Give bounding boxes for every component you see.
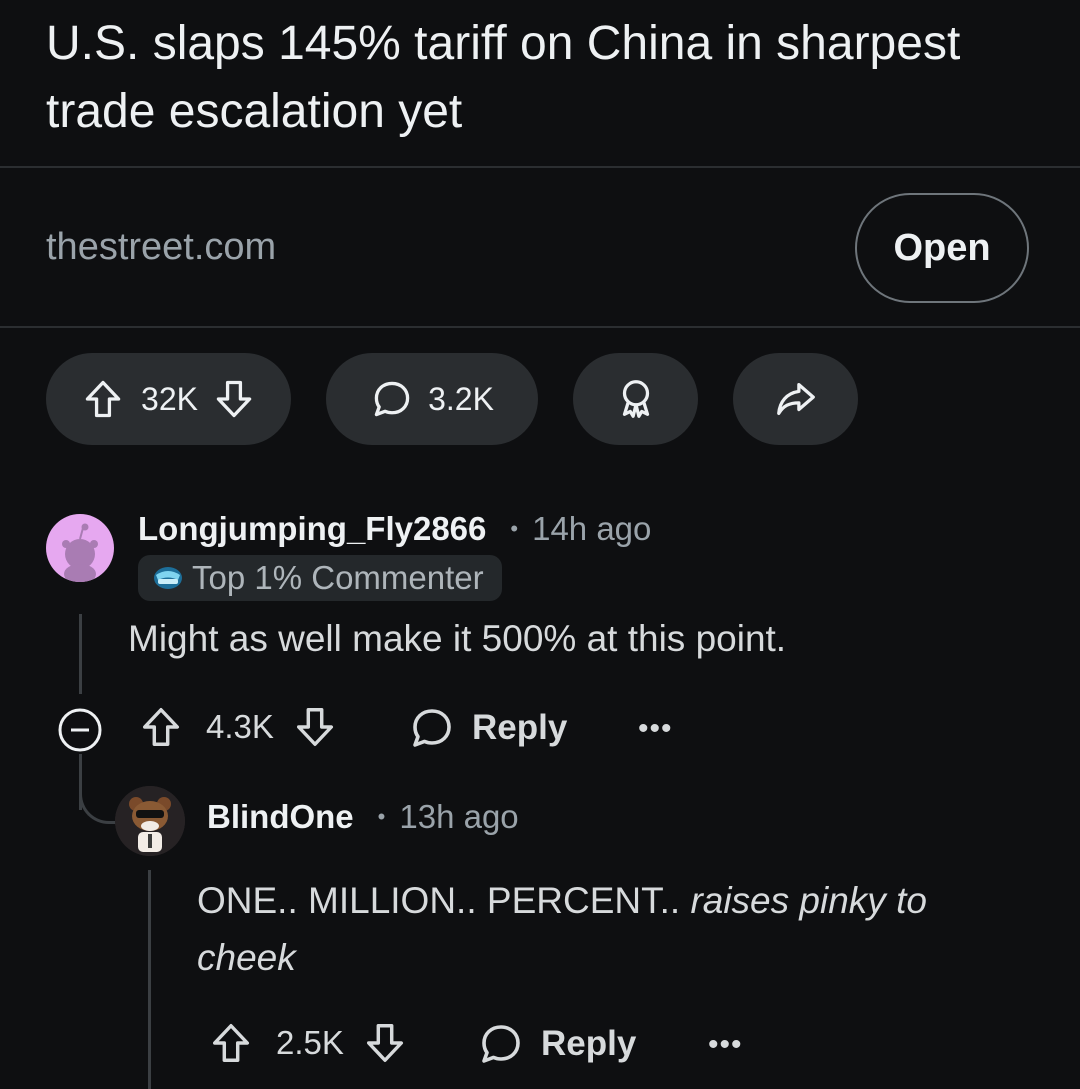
thread-line[interactable]	[79, 614, 82, 694]
comment-timestamp: 14h ago	[532, 510, 652, 547]
reply-label: Reply	[472, 708, 568, 747]
share-button[interactable]	[733, 353, 858, 445]
separator-dot: •	[510, 516, 519, 541]
post-vote-bar: 32K	[46, 353, 291, 445]
comment-header: Longjumping_Fly2866 • 14h ago	[138, 510, 651, 548]
link-domain[interactable]: thestreet.com	[46, 226, 276, 269]
commenter-badge: Top 1% Commenter	[138, 555, 502, 601]
downvote-icon[interactable]	[292, 704, 338, 750]
upvote-icon[interactable]	[81, 377, 125, 421]
reply-button[interactable]: Reply	[408, 704, 567, 752]
thread-line[interactable]	[148, 870, 151, 1089]
comment-body-text: ONE.. MILLION.. PERCENT..	[197, 880, 691, 921]
downvote-icon[interactable]	[212, 377, 256, 421]
post-vote-count: 32K	[141, 380, 198, 417]
reply-label: Reply	[541, 1024, 637, 1063]
comment-icon	[370, 377, 414, 421]
ellipsis-icon[interactable]: •••	[708, 1028, 743, 1062]
comment-username[interactable]: Longjumping_Fly2866	[138, 510, 486, 548]
comment-vote-count: 2.5K	[276, 1024, 344, 1061]
reply-button[interactable]: Reply	[477, 1020, 636, 1068]
post-title[interactable]: U.S. slaps 145% tariff on China in sharp…	[46, 10, 1046, 146]
comment-header: BlindOne • 13h ago	[207, 798, 519, 836]
comment-icon	[477, 1020, 525, 1068]
separator-dot: •	[377, 804, 386, 829]
upvote-icon[interactable]	[208, 1020, 254, 1066]
comments-button[interactable]: 3.2K	[326, 353, 538, 445]
comment-body-italic: cheek	[197, 937, 296, 978]
downvote-icon[interactable]	[362, 1020, 408, 1066]
comment-timestamp: 13h ago	[399, 798, 519, 835]
badge-label: Top 1% Commenter	[192, 559, 484, 596]
award-icon	[613, 376, 659, 422]
divider	[0, 166, 1080, 168]
award-button[interactable]	[573, 353, 698, 445]
share-icon	[773, 376, 819, 422]
comment-vote-bar: 2.5K	[208, 1020, 408, 1066]
comment-body-italic: raises pinky to	[690, 880, 927, 921]
ellipsis-icon[interactable]: •••	[638, 712, 673, 746]
open-link-button[interactable]: Open	[855, 193, 1029, 303]
comment-vote-count: 4.3K	[206, 708, 274, 745]
user-avatar[interactable]	[115, 786, 185, 856]
upvote-icon[interactable]	[138, 704, 184, 750]
snoo-avatar[interactable]	[46, 514, 114, 582]
commenter-badge-icon	[152, 563, 184, 593]
divider	[0, 326, 1080, 328]
comment-count: 3.2K	[428, 380, 494, 417]
comment-username[interactable]: BlindOne	[207, 798, 354, 836]
comment-icon	[408, 704, 456, 752]
collapse-icon[interactable]	[56, 706, 104, 754]
comment-body: Might as well make it 500% at this point…	[128, 618, 787, 659]
comment-body: ONE.. MILLION.. PERCENT.. raises pinky t…	[197, 872, 997, 986]
comment-vote-bar: 4.3K	[138, 704, 338, 750]
